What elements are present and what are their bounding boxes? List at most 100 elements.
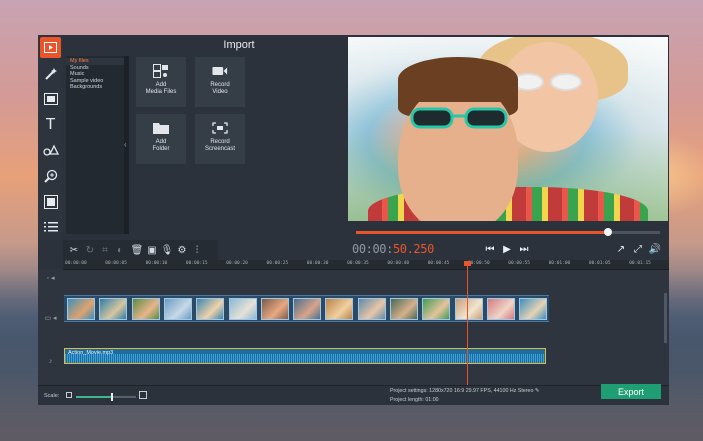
video-thumbnail (390, 298, 418, 320)
cut-icon[interactable]: ✂ (68, 244, 80, 256)
video-thumbnail (454, 298, 483, 320)
ruler-tick-label: 00:00:10 (145, 261, 168, 266)
settings-icon[interactable]: ⚙ (176, 244, 188, 256)
timecode: 00:00:50.250 (352, 242, 434, 256)
video-thumbnail (67, 298, 95, 320)
zoom-icon[interactable] (40, 165, 61, 186)
titles-icon[interactable]: T (40, 114, 61, 135)
project-length: Project length: 01:00 (390, 397, 439, 403)
ruler-tick-label: 00:00:55 (508, 261, 530, 266)
video-thumbnail (260, 298, 289, 320)
audio-track-icon[interactable]: ♪ (38, 358, 63, 365)
fullscreen-icon[interactable]: ⤢ (631, 242, 645, 256)
add-media-files-label: Add Media Files (145, 82, 177, 95)
video-preview[interactable] (348, 37, 668, 221)
video-thumbnail (422, 298, 451, 320)
volume-icon[interactable]: 🔊 (648, 242, 662, 256)
folder-icon (153, 122, 169, 134)
ruler-tick-label: 00:00:25 (266, 261, 289, 266)
project-length-label: Project length: (390, 397, 424, 403)
microphone-icon[interactable]: 🎙 (161, 244, 174, 256)
shapes-icon[interactable] (40, 139, 61, 160)
filters-icon[interactable] (40, 88, 61, 109)
video-thumbnail (325, 298, 354, 320)
ruler-tick-label: 00:00:50 (468, 261, 490, 266)
ruler-tick-label: 00:00:30 (306, 261, 329, 266)
video-track-icon[interactable]: ▭ ◂ (38, 314, 63, 322)
app-window: T Import My files Sounds Music Sample vi… (38, 35, 669, 405)
magic-wand-icon[interactable] (40, 63, 61, 84)
import-title: Import (223, 39, 255, 51)
export-button[interactable]: Export (601, 384, 661, 399)
video-thumbnail (486, 298, 515, 320)
rotate-icon[interactable]: ↻ (84, 244, 96, 256)
timeline-ruler[interactable]: 00:00:00 00:00:05 00:00:10 00:00:15 00:00:20… (63, 260, 669, 270)
previous-icon[interactable]: ⏮ (483, 242, 497, 256)
project-settings: Project settings: 1280x720 16:9 29.97 FP… (390, 388, 539, 394)
export-frame-icon[interactable]: ↗ (614, 242, 628, 256)
folder-my-files[interactable]: My files (66, 58, 129, 65)
project-settings-label: Project settings: (390, 388, 428, 394)
video-thumbnail (131, 298, 160, 320)
folder-backgrounds[interactable]: Backgrounds (66, 84, 129, 91)
folder-music[interactable]: Music (66, 71, 129, 78)
preview-man-hair-top (398, 57, 518, 102)
video-thumbnail (357, 298, 386, 320)
equalizer-icon[interactable]: ⫶ (191, 244, 203, 256)
collapse-chevron-icon[interactable]: ‹ (124, 140, 127, 149)
add-media-files-button[interactable]: Add Media Files (136, 57, 186, 107)
scale-label: Scale: (44, 393, 60, 399)
screencast-icon (212, 122, 228, 134)
add-folder-button[interactable]: Add Folder (136, 114, 186, 164)
import-icon[interactable] (40, 37, 61, 58)
tools-sidebar: T (38, 35, 63, 240)
record-screencast-button[interactable]: Record Screencast (195, 114, 245, 164)
video-thumbnail (293, 298, 322, 320)
delete-icon[interactable]: 🗑 (131, 244, 144, 256)
preview-woman-sunglasses (512, 73, 582, 91)
seekbar-progress (356, 231, 609, 234)
zoom-out-icon[interactable] (66, 392, 72, 398)
video-thumbnail (519, 298, 548, 320)
media-files-icon (153, 64, 169, 78)
seekbar-knob[interactable] (604, 228, 613, 236)
video-thumbnail (99, 298, 128, 320)
scale-slider-knob[interactable] (111, 393, 113, 401)
image-icon[interactable]: ▣ (146, 244, 158, 256)
title-track-icon[interactable]: ◦ ◂ (38, 274, 63, 282)
ruler-tick-label: 00:01:15 (629, 261, 651, 266)
audio-clip-name: Action_Movie.mp3 (68, 350, 114, 356)
record-video-button[interactable]: Record Video (195, 57, 245, 107)
ruler-tick-label: 00:00:00 (65, 261, 87, 266)
transitions-icon[interactable] (40, 191, 61, 212)
edit-settings-icon[interactable]: ✎ (535, 388, 539, 394)
video-thumbnail (163, 298, 192, 320)
ruler-tick-label: 00:01:05 (588, 261, 611, 266)
playback-seekbar[interactable] (356, 228, 660, 236)
record-video-label: Record Video (210, 82, 230, 95)
ruler-tick-label: 00:00:35 (347, 261, 369, 266)
timeline-scrollbar[interactable] (664, 293, 667, 343)
zoom-in-icon[interactable] (139, 391, 147, 399)
play-icon[interactable]: ▶ (500, 242, 514, 256)
menu-icon[interactable] (40, 216, 61, 237)
audio-waveform (65, 354, 545, 363)
ruler-tick-label: 00:01:00 (548, 261, 571, 266)
video-thumbnail (228, 298, 257, 320)
video-clip-track[interactable] (64, 295, 549, 322)
audio-clip[interactable]: Action_Movie.mp3 (64, 348, 546, 364)
folder-sample-video[interactable]: Sample video (66, 78, 129, 85)
color-adjust-icon[interactable]: ◐ (114, 244, 126, 256)
folder-sounds[interactable]: Sounds (66, 65, 129, 72)
ruler-tick-label: 00:00:45 (427, 261, 450, 266)
record-screencast-label: Record Screencast (204, 139, 235, 152)
ruler-tick-label: 00:00:05 (105, 261, 127, 266)
next-icon[interactable]: ⏭ (517, 242, 531, 256)
video-thumbnail (196, 298, 225, 320)
preview-man-sunglasses (410, 107, 508, 129)
playhead[interactable] (467, 261, 468, 385)
add-folder-label: Add Folder (152, 139, 170, 152)
folder-list: My files Sounds Music Sample video Backg… (66, 56, 129, 234)
crop-icon[interactable]: ⌗ (99, 244, 111, 256)
timecode-current: 50.250 (392, 242, 434, 256)
